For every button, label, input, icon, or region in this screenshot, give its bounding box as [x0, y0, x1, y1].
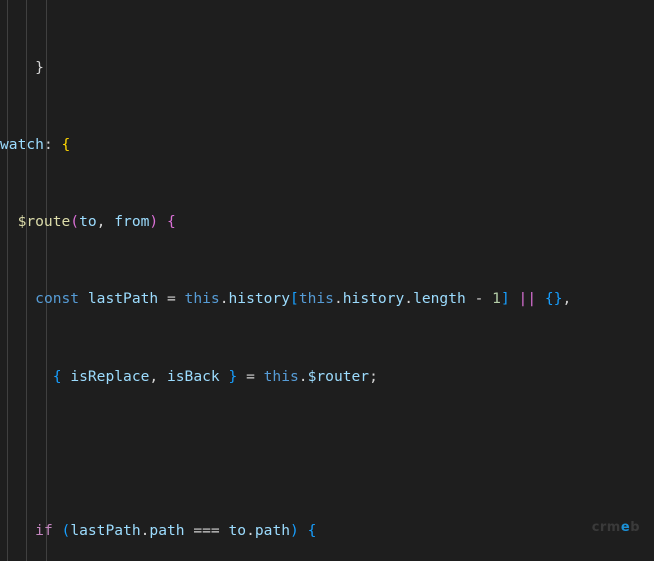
watermark-dot: e: [620, 520, 631, 535]
watermark-text-before: crm: [591, 520, 621, 535]
code-content[interactable]: } watch: { $route(to, from) { const last…: [0, 0, 654, 561]
watermark-text-after: b: [630, 520, 640, 535]
code-line[interactable]: if (lastPath.path === to.path) {: [0, 521, 654, 540]
crmeb-watermark: crmeb: [592, 520, 640, 535]
code-editor[interactable]: } watch: { $route(to, from) { const last…: [0, 0, 654, 561]
code-line[interactable]: $route(to, from) {: [0, 212, 654, 231]
code-line-blank[interactable]: [0, 444, 654, 463]
code-line[interactable]: { isReplace, isBack } = this.$router;: [0, 367, 654, 386]
code-line[interactable]: watch: {: [0, 135, 654, 154]
code-line[interactable]: }: [0, 58, 654, 77]
code-line[interactable]: const lastPath = this.history[this.histo…: [0, 289, 654, 308]
